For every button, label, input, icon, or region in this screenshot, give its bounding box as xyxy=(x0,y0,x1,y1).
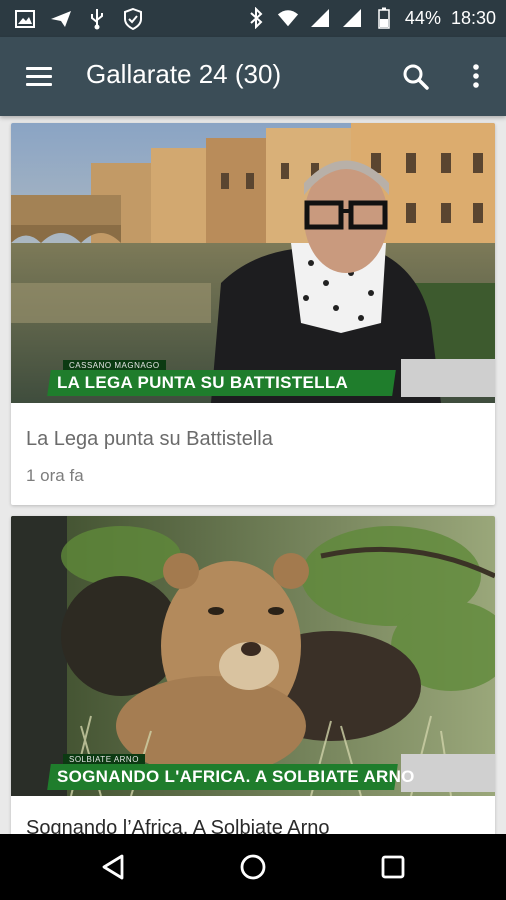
bluetooth-icon xyxy=(245,7,267,29)
home-icon[interactable] xyxy=(237,851,269,883)
image-icon xyxy=(14,8,36,30)
shield-icon xyxy=(122,8,144,30)
more-vert-icon[interactable] xyxy=(462,61,490,93)
article-title[interactable]: La Lega punta su Battistella xyxy=(26,428,273,451)
caption-headline: SOGNANDO L'AFRICA. A SOLBIATE ARNO xyxy=(47,764,415,790)
usb-icon xyxy=(86,8,108,30)
article-card[interactable]: SOLBIATE ARNO SOGNANDO L'AFRICA. A SOLBI… xyxy=(11,516,495,846)
page-title: Gallarate 24 (30) xyxy=(86,59,282,89)
article-time: 1 ora fa xyxy=(26,466,84,485)
back-icon[interactable] xyxy=(98,851,130,883)
battery-percent: 44% xyxy=(404,7,441,28)
send-icon xyxy=(50,8,72,30)
article-thumbnail[interactable]: SOLBIATE ARNO SOGNANDO L'AFRICA. A SOLBI… xyxy=(11,516,495,796)
signal-icon xyxy=(309,7,331,29)
clock: 18:30 xyxy=(450,7,496,28)
signal-icon xyxy=(341,7,363,29)
navigation-bar xyxy=(0,834,506,900)
search-icon[interactable] xyxy=(400,61,432,93)
article-thumbnail[interactable]: CASSANO MAGNAGO LA LEGA PUNTA SU BATTIST… xyxy=(11,123,495,403)
caption-headline: LA LEGA PUNTA SU BATTISTELLA xyxy=(47,370,396,396)
recents-icon[interactable] xyxy=(377,851,409,883)
battery-icon xyxy=(373,7,395,29)
wifi-icon xyxy=(277,7,299,29)
app-bar: Gallarate 24 (30) xyxy=(0,37,506,116)
status-bar: 44% 18:30 xyxy=(0,0,506,37)
hamburger-menu-icon[interactable] xyxy=(24,63,54,91)
article-card[interactable]: CASSANO MAGNAGO LA LEGA PUNTA SU BATTIST… xyxy=(11,123,495,505)
